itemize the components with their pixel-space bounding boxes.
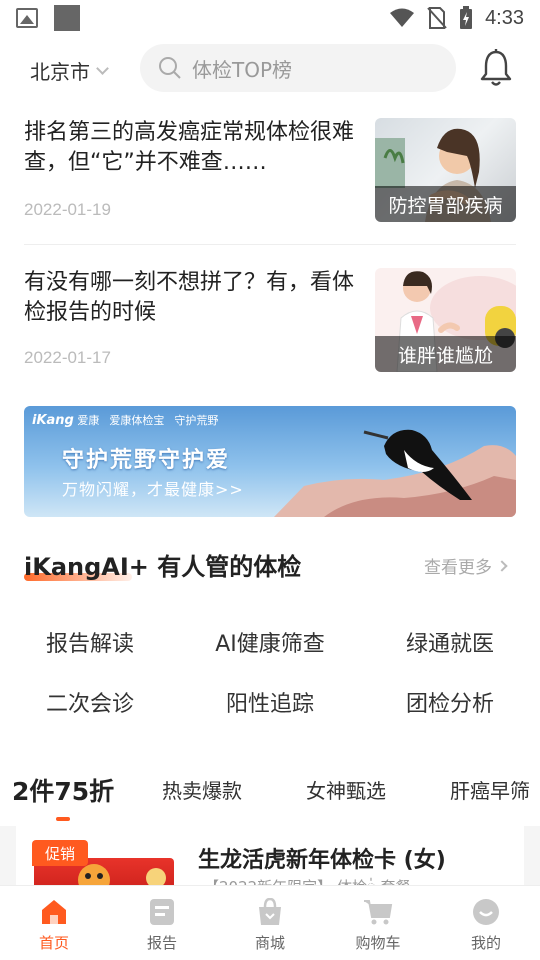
nav-label: 购物车 xyxy=(355,934,401,952)
bell-icon[interactable] xyxy=(478,48,514,88)
bottom-nav: 首页 报告 商城 购物车 我的 xyxy=(0,885,540,960)
tab-hot-sales[interactable]: 热卖爆款 xyxy=(162,775,242,804)
service-positive-tracking[interactable]: 阳性追踪 xyxy=(190,686,350,718)
nav-cart[interactable]: 购物车 xyxy=(324,886,432,960)
status-bar: 4:33 xyxy=(0,0,540,36)
nav-report[interactable]: 报告 xyxy=(108,886,216,960)
status-time: 4:33 xyxy=(485,6,524,29)
article-title: 排名第三的高发癌症常规体检很难查，但“它”并不难查…… xyxy=(24,120,355,175)
nav-mall[interactable]: 商城 xyxy=(216,886,324,960)
ikang-app-logo: 爱康体检宝 xyxy=(109,414,165,427)
nav-label: 报告 xyxy=(146,934,177,952)
promo-badge: 促销 xyxy=(32,840,88,866)
image-icon xyxy=(16,8,38,28)
article-thumbnail: 防控胃部疾病 xyxy=(375,118,516,222)
service-report-reading[interactable]: 报告解读 xyxy=(10,626,170,658)
banner-logos: iKang 爱康 爱康体检宝 守护荒野 xyxy=(32,412,218,428)
chevron-down-icon xyxy=(96,61,109,75)
article-title: 有没有哪一刻不想拼了？有，看体检报告的时候 xyxy=(24,270,355,325)
banner-headline: 守护荒野守护爱 xyxy=(62,448,231,473)
nav-label: 商城 xyxy=(254,934,285,952)
cart-icon xyxy=(364,900,393,925)
active-tab-indicator xyxy=(56,817,70,821)
ikang-logo-cn: 爱康 xyxy=(77,414,100,427)
city-selector[interactable]: 北京市 xyxy=(30,56,109,85)
promo-banner[interactable]: iKang 爱康 爱康体检宝 守护荒野 守护荒野守护爱 万物闪耀，才最健康>> xyxy=(24,406,516,517)
banner-subline: 万物闪耀，才最健康>> xyxy=(62,480,244,499)
article-date: 2022-01-17 xyxy=(24,348,111,367)
search-bar[interactable]: 体检TOP榜 xyxy=(140,44,456,92)
nav-me[interactable]: 我的 xyxy=(432,886,540,960)
no-sim-icon xyxy=(427,7,447,29)
article-card[interactable]: 有没有哪一刻不想拼了？有，看体检报告的时候 2022-01-17 谁胖谁尴尬 xyxy=(24,268,516,372)
profile-icon xyxy=(473,899,499,925)
product-title: 生龙活虎新年体检卡 (女) xyxy=(198,848,446,873)
article-card[interactable]: 排名第三的高发癌症常规体检很难查，但“它”并不难查…… 2022-01-19 防… xyxy=(24,118,516,228)
search-icon xyxy=(159,57,181,79)
wifi-icon xyxy=(390,8,415,27)
section-title: iKangAI+ 有人管的体检 xyxy=(24,553,302,581)
tab-2-for-75-off[interactable]: 2件75折 xyxy=(12,772,114,808)
nav-home[interactable]: 首页 xyxy=(0,886,108,960)
battery-charging-icon xyxy=(460,6,473,29)
article-thumbnail: 谁胖谁尴尬 xyxy=(375,268,516,372)
nav-label: 首页 xyxy=(38,934,69,952)
thumbnail-caption: 防控胃部疾病 xyxy=(375,186,516,222)
divider xyxy=(24,244,516,245)
tab-goddess-picks[interactable]: 女神甄选 xyxy=(306,775,386,804)
article-date: 2022-01-19 xyxy=(24,200,111,219)
see-more-label: 查看更多 xyxy=(424,558,492,578)
city-label: 北京市 xyxy=(30,60,90,84)
square-icon xyxy=(54,5,80,31)
service-group-analysis[interactable]: 团检分析 xyxy=(370,686,530,718)
service-green-channel[interactable]: 绿通就医 xyxy=(370,626,530,658)
shopping-bag-icon xyxy=(259,898,281,925)
wilderness-logo: 守护荒野 xyxy=(174,414,219,427)
service-ai-screening[interactable]: AI健康筛查 xyxy=(190,626,350,658)
chevron-right-icon xyxy=(496,559,508,572)
header: 北京市 体检TOP榜 xyxy=(0,42,540,94)
service-second-opinion[interactable]: 二次会诊 xyxy=(10,686,170,718)
thumbnail-caption: 谁胖谁尴尬 xyxy=(375,336,516,372)
search-placeholder: 体检TOP榜 xyxy=(192,57,293,82)
see-more-link[interactable]: 查看更多 xyxy=(424,553,508,578)
report-icon xyxy=(150,899,174,925)
tab-liver-cancer-screening[interactable]: 肝癌早筛 xyxy=(450,775,530,804)
ikang-logo: iKang xyxy=(32,413,74,428)
home-icon xyxy=(42,900,66,924)
nav-label: 我的 xyxy=(470,934,501,952)
